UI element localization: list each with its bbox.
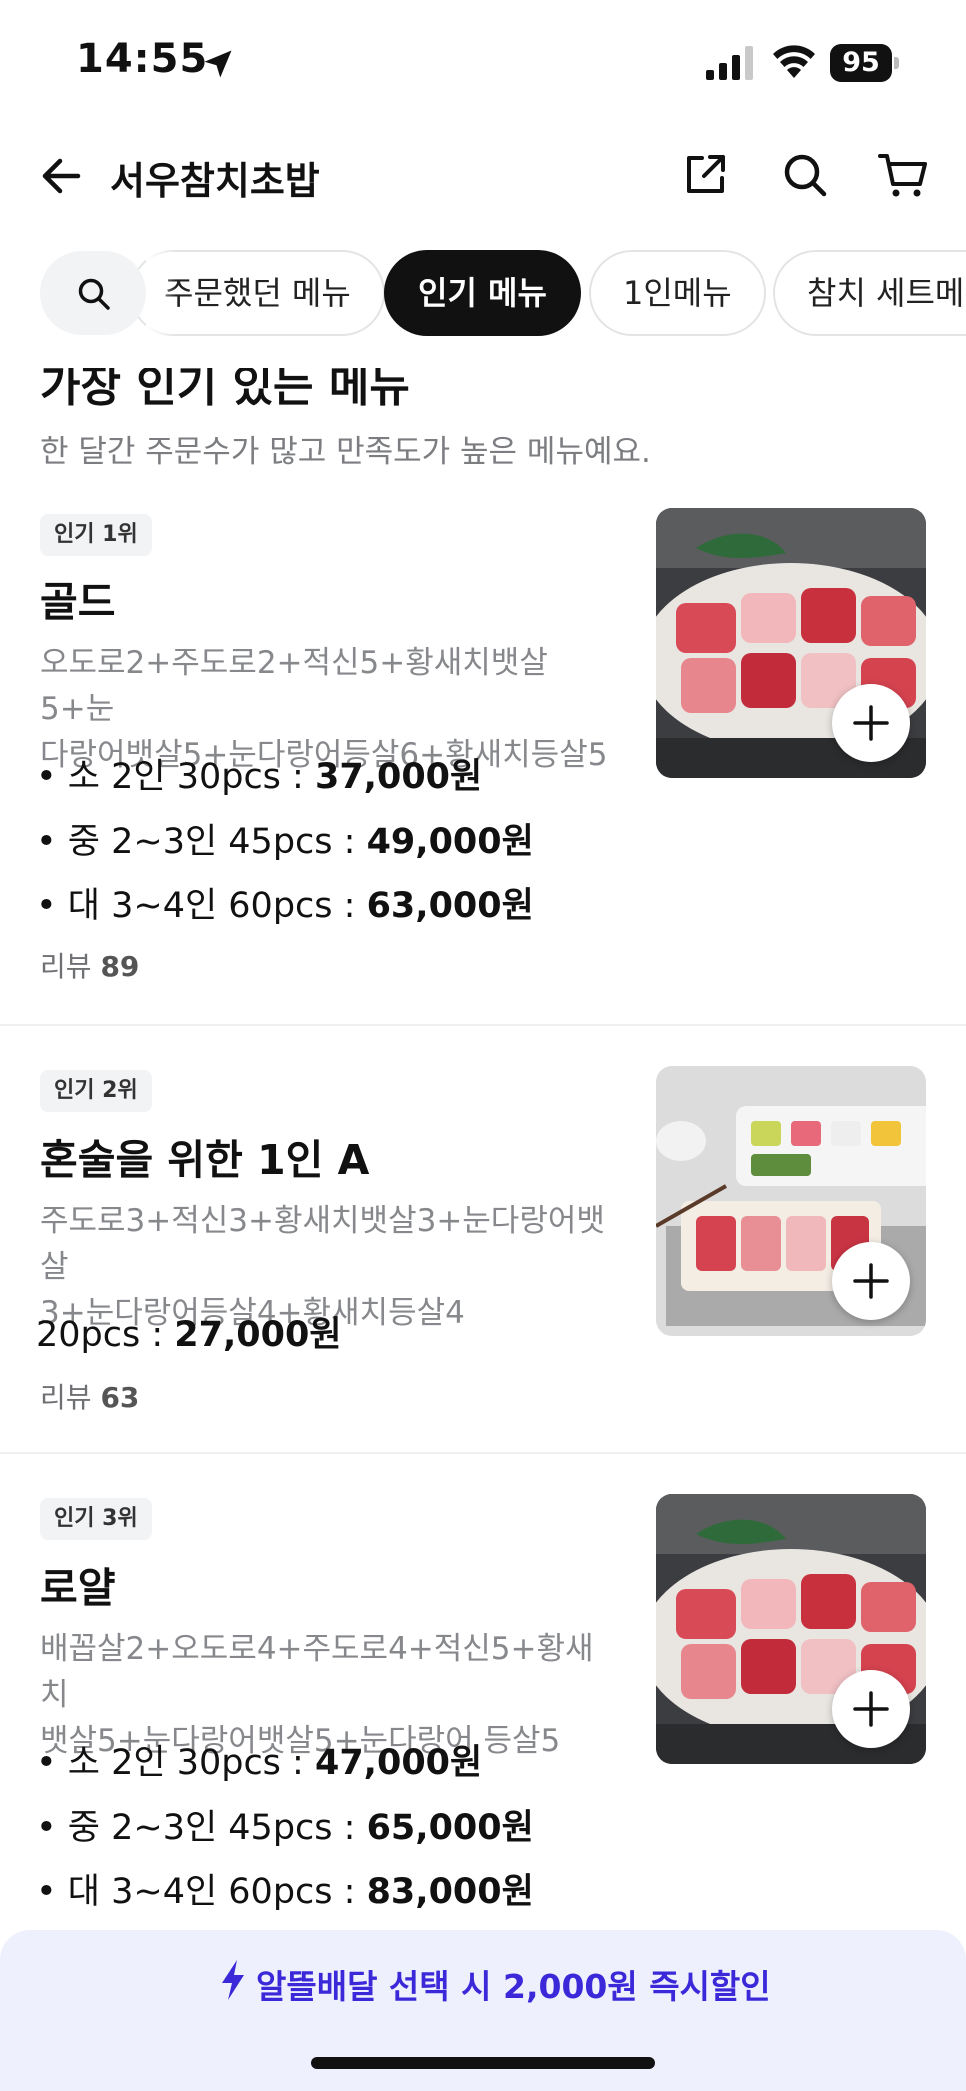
store-header: 서우참치초밥 bbox=[0, 130, 966, 226]
battery-indicator: 95 bbox=[830, 44, 902, 82]
banner-text: 알뜰배달 선택 시 2,000원 즉시할인 bbox=[256, 1967, 771, 2006]
plus-icon bbox=[853, 705, 889, 741]
page-title: 서우참치초밥 bbox=[110, 159, 320, 203]
menu-search-button[interactable] bbox=[40, 251, 146, 335]
home-indicator[interactable] bbox=[311, 2057, 655, 2069]
review-count: 리뷰 89 bbox=[40, 950, 140, 983]
status-time: 14:55 bbox=[76, 36, 209, 82]
search-icon bbox=[78, 278, 110, 310]
menu-image[interactable] bbox=[656, 1066, 926, 1336]
status-bar: 14:55 95 bbox=[0, 0, 966, 120]
menu-name: 골드 bbox=[40, 578, 116, 626]
chip-tuna-set-menu[interactable]: 참치 세트메뉴 bbox=[773, 250, 966, 336]
add-to-cart-button[interactable] bbox=[832, 684, 910, 762]
menu-name: 혼술을 위한 1인 A bbox=[40, 1136, 370, 1184]
rank-badge: 인기 2위 bbox=[40, 1070, 152, 1112]
section-subtitle: 한 달간 주문수가 많고 만족도가 높은 메뉴예요. bbox=[40, 434, 651, 470]
price-option: • 중 2~3인 45pcs : 65,000원 bbox=[36, 1808, 534, 1848]
menu-name: 로얄 bbox=[40, 1564, 116, 1612]
divider bbox=[0, 1024, 966, 1026]
cart-icon[interactable] bbox=[876, 148, 930, 202]
price-option: • 대 3~4인 60pcs : 63,000원 bbox=[36, 886, 534, 926]
location-arrow-icon bbox=[204, 50, 232, 78]
chip-popular-menu[interactable]: 인기 메뉴 bbox=[384, 250, 581, 336]
share-icon[interactable] bbox=[680, 150, 730, 200]
price-option: 20pcs : 27,000원 bbox=[36, 1315, 342, 1355]
add-to-cart-button[interactable] bbox=[832, 1242, 910, 1320]
battery-level: 95 bbox=[842, 47, 880, 78]
chip-single-menu[interactable]: 1인메뉴 bbox=[589, 250, 766, 336]
category-chips: 주문했던 메뉴 인기 메뉴 1인메뉴 참치 세트메뉴 bbox=[0, 248, 966, 338]
price-option: • 소 2인 30pcs : 37,000원 bbox=[36, 757, 483, 797]
back-arrow-icon[interactable] bbox=[36, 150, 88, 202]
price-option: • 중 2~3인 45pcs : 49,000원 bbox=[36, 822, 534, 862]
rank-badge: 인기 1위 bbox=[40, 514, 152, 556]
search-icon[interactable] bbox=[780, 150, 830, 200]
menu-item[interactable]: 인기 2위 혼술을 위한 1인 A 주도로3+적신3+황새치뱃살3+눈다랑어뱃살… bbox=[0, 1058, 966, 1438]
menu-item[interactable]: 인기 1위 골드 오도로2+주도로2+적신5+황새치뱃살5+눈 다랑어뱃살5+눈다… bbox=[0, 500, 966, 1020]
menu-image[interactable] bbox=[656, 508, 926, 778]
wifi-icon bbox=[773, 45, 815, 78]
cellular-signal-icon bbox=[706, 46, 753, 80]
add-to-cart-button[interactable] bbox=[832, 1670, 910, 1748]
review-count: 리뷰 63 bbox=[40, 1381, 140, 1414]
price-option: • 대 3~4인 60pcs : 83,000원 bbox=[36, 1872, 534, 1912]
price-option: • 소 2인 30pcs : 47,000원 bbox=[36, 1743, 483, 1783]
lightning-bolt-icon bbox=[222, 1960, 244, 2000]
menu-item[interactable]: 인기 3위 로얄 배꼽살2+오도로4+주도로4+적신5+황새치 뱃살5+눈다랑어뱃… bbox=[0, 1486, 966, 1926]
divider bbox=[0, 1452, 966, 1454]
plus-icon bbox=[853, 1691, 889, 1727]
plus-icon bbox=[853, 1263, 889, 1299]
rank-badge: 인기 3위 bbox=[40, 1498, 152, 1540]
menu-image[interactable] bbox=[656, 1494, 926, 1764]
